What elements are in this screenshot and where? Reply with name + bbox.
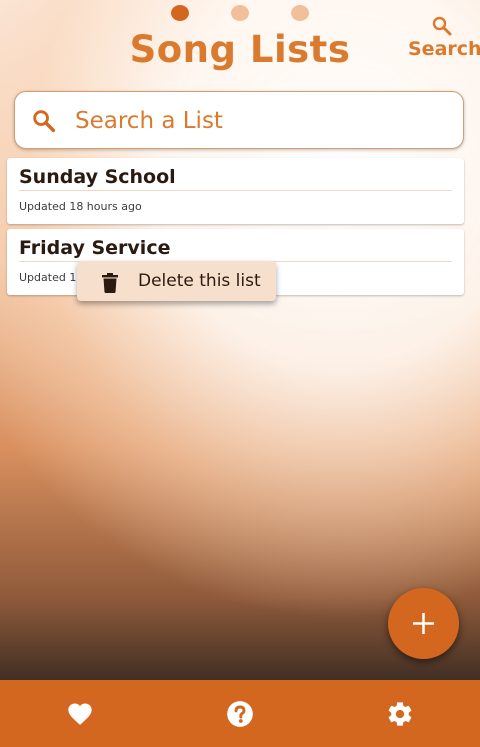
- search-button-label: Search: [408, 38, 480, 60]
- list-search-box[interactable]: [14, 91, 464, 149]
- bottom-nav: [0, 680, 480, 747]
- list-item-name: Sunday School: [19, 166, 176, 188]
- page-dot-1[interactable]: [171, 5, 189, 21]
- search-icon: [33, 110, 56, 133]
- list-item-name: Friday Service: [19, 237, 171, 259]
- divider: [19, 190, 452, 191]
- heart-icon: [68, 703, 92, 725]
- page-dot-3[interactable]: [291, 5, 309, 21]
- search-button[interactable]: Search: [408, 14, 480, 60]
- favorites-tab[interactable]: [0, 680, 160, 747]
- delete-list-label: Delete this list: [138, 271, 261, 291]
- trash-icon: [102, 273, 118, 293]
- help-tab[interactable]: [160, 680, 320, 747]
- page-dot-2[interactable]: [231, 5, 249, 21]
- gear-icon: [388, 702, 412, 726]
- add-list-button[interactable]: [388, 588, 459, 659]
- delete-list-menu-item[interactable]: Delete this list: [77, 261, 276, 301]
- settings-tab[interactable]: [320, 680, 480, 747]
- search-icon: [432, 16, 452, 36]
- search-input[interactable]: [73, 102, 447, 140]
- help-icon: [227, 701, 253, 727]
- list-item-updated: Updated 18 hours ago: [19, 200, 142, 213]
- list-item[interactable]: Sunday School Updated 18 hours ago: [7, 158, 464, 224]
- plus-icon: [413, 613, 434, 634]
